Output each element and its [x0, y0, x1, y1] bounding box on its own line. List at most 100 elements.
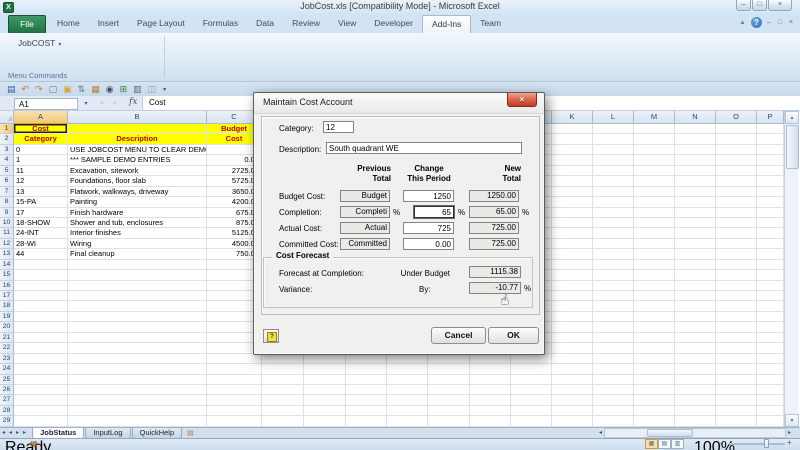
cell-L10[interactable] — [593, 217, 634, 229]
cell-M5[interactable] — [634, 165, 675, 177]
cell-E27[interactable] — [304, 395, 346, 406]
cell-L22[interactable] — [593, 343, 634, 354]
row-header-3[interactable]: 3 — [0, 144, 14, 156]
cell-C25[interactable] — [207, 374, 262, 385]
cell-K4[interactable] — [552, 155, 593, 166]
cell-A22[interactable] — [14, 343, 68, 354]
cell-O1[interactable] — [716, 124, 757, 135]
cell-A28[interactable] — [14, 405, 68, 417]
cell-O11[interactable] — [716, 228, 757, 239]
row-header-2[interactable]: 2 — [0, 134, 14, 145]
cell-F29[interactable] — [346, 416, 387, 427]
row-header-5[interactable]: 5 — [0, 165, 14, 177]
cell-N8[interactable] — [675, 197, 716, 208]
cell-A20[interactable] — [14, 322, 68, 333]
undo-icon[interactable]: ↶ — [22, 83, 30, 95]
prev-sheet-icon[interactable]: ◂ — [9, 428, 12, 438]
cell-N23[interactable] — [675, 353, 716, 365]
vertical-scroll-thumb[interactable] — [786, 125, 799, 169]
cell-M9[interactable] — [634, 207, 675, 218]
cell-N7[interactable] — [675, 186, 716, 198]
cell-F23[interactable] — [346, 353, 387, 365]
cell-A13[interactable]: 44 — [14, 249, 68, 260]
cell-M14[interactable] — [634, 259, 675, 271]
row-header-13[interactable]: 13 — [0, 249, 14, 260]
cell-B19[interactable] — [68, 311, 207, 323]
cell-L19[interactable] — [593, 311, 634, 323]
cell-O8[interactable] — [716, 197, 757, 208]
cell-K13[interactable] — [552, 249, 593, 260]
cell-N15[interactable] — [675, 270, 716, 281]
change-this-period-input-2[interactable] — [403, 222, 454, 234]
cell-L3[interactable] — [593, 144, 634, 156]
cell-P19[interactable] — [757, 311, 784, 323]
cell-M4[interactable] — [634, 155, 675, 166]
cell-C23[interactable] — [207, 353, 262, 365]
open-folder-icon[interactable]: ▣ — [63, 83, 72, 95]
cell-K15[interactable] — [552, 270, 593, 281]
cell-K29[interactable] — [552, 416, 593, 427]
cell-O6[interactable] — [716, 176, 757, 187]
cell-B8[interactable]: Painting — [68, 197, 207, 208]
row-header-6[interactable]: 6 — [0, 176, 14, 187]
cell-N20[interactable] — [675, 322, 716, 333]
cell-L5[interactable] — [593, 165, 634, 177]
cell-O19[interactable] — [716, 311, 757, 323]
cell-K2[interactable] — [552, 134, 593, 145]
tab-home[interactable]: Home — [48, 15, 89, 33]
cell-A3[interactable]: 0 — [14, 144, 68, 156]
cell-N16[interactable] — [675, 280, 716, 291]
cell-A24[interactable] — [14, 364, 68, 375]
category-input[interactable] — [323, 121, 354, 133]
cell-M24[interactable] — [634, 364, 675, 375]
cell-A2[interactable]: Category — [14, 134, 68, 145]
cell-K8[interactable] — [552, 197, 593, 208]
qat-customize-icon[interactable]: ▾ — [163, 86, 166, 93]
cell-A4[interactable]: 1 — [14, 155, 68, 166]
cancel-button[interactable]: Cancel — [431, 327, 486, 344]
cell-L23[interactable] — [593, 353, 634, 365]
cell-L13[interactable] — [593, 249, 634, 260]
row-header-4[interactable]: 4 — [0, 155, 14, 166]
cell-A25[interactable] — [14, 374, 68, 385]
cell-B28[interactable] — [68, 405, 207, 417]
cell-B16[interactable] — [68, 280, 207, 291]
cell-A16[interactable] — [14, 280, 68, 291]
tab-review[interactable]: Review — [283, 15, 329, 33]
cell-N25[interactable] — [675, 374, 716, 385]
cell-K5[interactable] — [552, 165, 593, 177]
cell-G26[interactable] — [387, 384, 428, 396]
cell-L14[interactable] — [593, 259, 634, 271]
sort-ascending-icon[interactable]: ⇅ — [78, 83, 86, 95]
select-all-corner[interactable]: ◢ — [0, 111, 14, 124]
column-header-B[interactable]: B — [68, 111, 207, 124]
cell-O25[interactable] — [716, 374, 757, 385]
cell-P9[interactable] — [757, 207, 784, 218]
row-header-7[interactable]: 7 — [0, 186, 14, 198]
cell-A18[interactable] — [14, 301, 68, 312]
cell-P15[interactable] — [757, 270, 784, 281]
cell-J29[interactable] — [511, 416, 552, 427]
cell-N13[interactable] — [675, 249, 716, 260]
horizontal-scroll-track[interactable] — [604, 427, 786, 438]
row-header-17[interactable]: 17 — [0, 291, 14, 302]
cell-A11[interactable]: 24-INT — [14, 228, 68, 239]
cell-M27[interactable] — [634, 395, 675, 406]
cell-A9[interactable]: 17 — [14, 207, 68, 218]
cell-B22[interactable] — [68, 343, 207, 354]
last-sheet-icon[interactable]: ▸ — [23, 428, 26, 438]
cell-N12[interactable] — [675, 238, 716, 250]
row-header-10[interactable]: 10 — [0, 217, 14, 229]
cell-C27[interactable] — [207, 395, 262, 406]
cell-B10[interactable]: Shower and tub, enclosures — [68, 217, 207, 229]
row-header-14[interactable]: 14 — [0, 259, 14, 271]
cell-N29[interactable] — [675, 416, 716, 427]
cell-L1[interactable] — [593, 124, 634, 135]
cell-P5[interactable] — [757, 165, 784, 177]
cell-N24[interactable] — [675, 364, 716, 375]
cell-B13[interactable]: Final cleanup — [68, 249, 207, 260]
change-this-period-input-0[interactable] — [403, 190, 454, 202]
cell-P20[interactable] — [757, 322, 784, 333]
cell-M1[interactable] — [634, 124, 675, 135]
cell-N28[interactable] — [675, 405, 716, 417]
